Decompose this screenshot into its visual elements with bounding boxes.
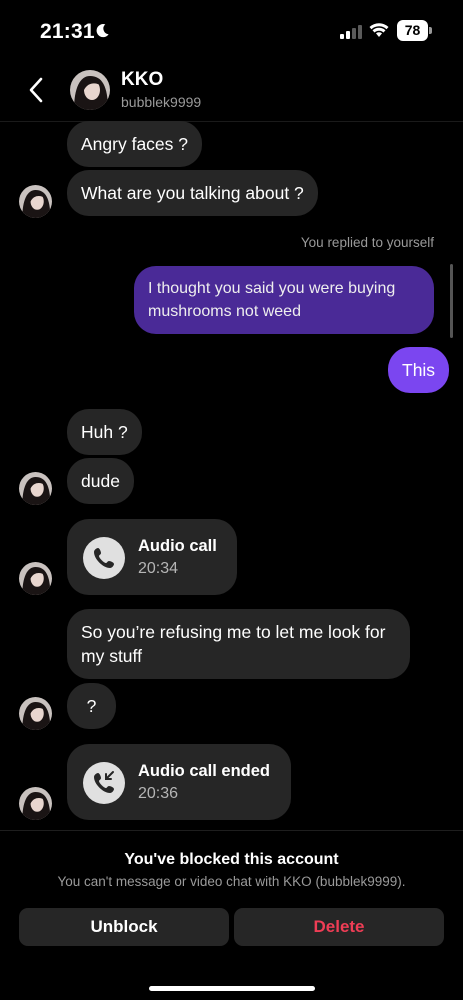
home-indicator[interactable] — [149, 986, 315, 991]
outgoing-message[interactable]: This — [388, 347, 450, 393]
phone-icon — [83, 537, 125, 579]
message-bubble[interactable]: Angry faces ? — [67, 121, 202, 167]
signal-icon — [340, 25, 362, 39]
header-avatar[interactable] — [70, 70, 110, 110]
audio-call-card[interactable]: Audio call 20:34 — [67, 519, 237, 595]
call-ended-icon — [83, 762, 125, 804]
message-bubble[interactable]: What are you talking about ? — [67, 170, 318, 216]
status-bar: 21:31 78 — [0, 0, 463, 62]
unblock-button[interactable]: Unblock — [19, 908, 229, 946]
contact-avatar[interactable] — [19, 562, 52, 595]
wifi-icon — [369, 23, 389, 37]
contact-avatar[interactable] — [19, 787, 52, 820]
contact-avatar[interactable] — [19, 185, 52, 218]
call-time: 20:36 — [138, 785, 179, 802]
message-bubble[interactable]: dude — [67, 458, 134, 504]
delete-button[interactable]: Delete — [234, 908, 444, 946]
outgoing-message[interactable]: I thought you said you were buying mushr… — [134, 266, 434, 334]
back-chevron-icon[interactable] — [26, 76, 48, 104]
reply-note: You replied to yourself — [300, 235, 434, 250]
contact-name[interactable]: KKO — [121, 69, 163, 91]
contact-avatar[interactable] — [19, 472, 52, 505]
contact-avatar[interactable] — [19, 697, 52, 730]
status-time: 21:31 — [40, 20, 95, 43]
call-title: Audio call ended — [138, 762, 271, 780]
battery-icon: 78 — [397, 20, 433, 41]
call-title: Audio call — [138, 537, 217, 555]
message-bubble[interactable]: Huh ? — [67, 409, 142, 455]
battery-level: 78 — [397, 20, 428, 41]
scrollbar[interactable] — [450, 264, 453, 338]
blocked-title: You've blocked this account — [124, 851, 339, 868]
message-bubble[interactable]: So you’re refusing me to let me look for… — [67, 609, 410, 679]
blocked-subtitle: You can't message or video chat with KKO… — [57, 874, 406, 889]
chat-header: KKO bubblek9999 — [0, 62, 463, 122]
call-time: 20:34 — [138, 560, 179, 577]
message-bubble[interactable]: ? — [67, 683, 116, 729]
moon-icon — [96, 24, 109, 38]
blocked-footer: You've blocked this account You can't me… — [0, 830, 463, 1000]
contact-username[interactable]: bubblek9999 — [121, 94, 201, 110]
audio-call-ended-card[interactable]: Audio call ended 20:36 — [67, 744, 291, 820]
